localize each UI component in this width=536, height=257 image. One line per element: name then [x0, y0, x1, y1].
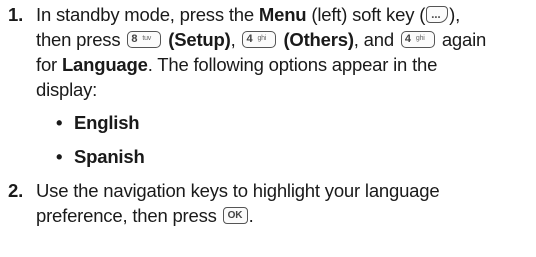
others-label: (Others): [283, 29, 354, 50]
ok-key-icon: OK: [222, 206, 248, 224]
instruction-document: 1. In standby mode, press the Menu (left…: [0, 0, 536, 257]
bullet-icon: •: [56, 146, 63, 167]
language-label: Language: [61, 54, 148, 75]
key-4-icon: 4 ghi: [242, 30, 277, 48]
menu-label: Menu: [258, 4, 307, 25]
step-1-number: 1.: [8, 4, 24, 25]
bullet-icon: •: [56, 112, 63, 133]
key-4-again-icon: 4 ghi: [400, 30, 435, 48]
key-8-icon: 8 tuv: [127, 30, 162, 48]
step-2-number: 2.: [8, 180, 24, 201]
soft-key-icon: [426, 3, 449, 25]
setup-label: (Setup): [168, 29, 231, 50]
